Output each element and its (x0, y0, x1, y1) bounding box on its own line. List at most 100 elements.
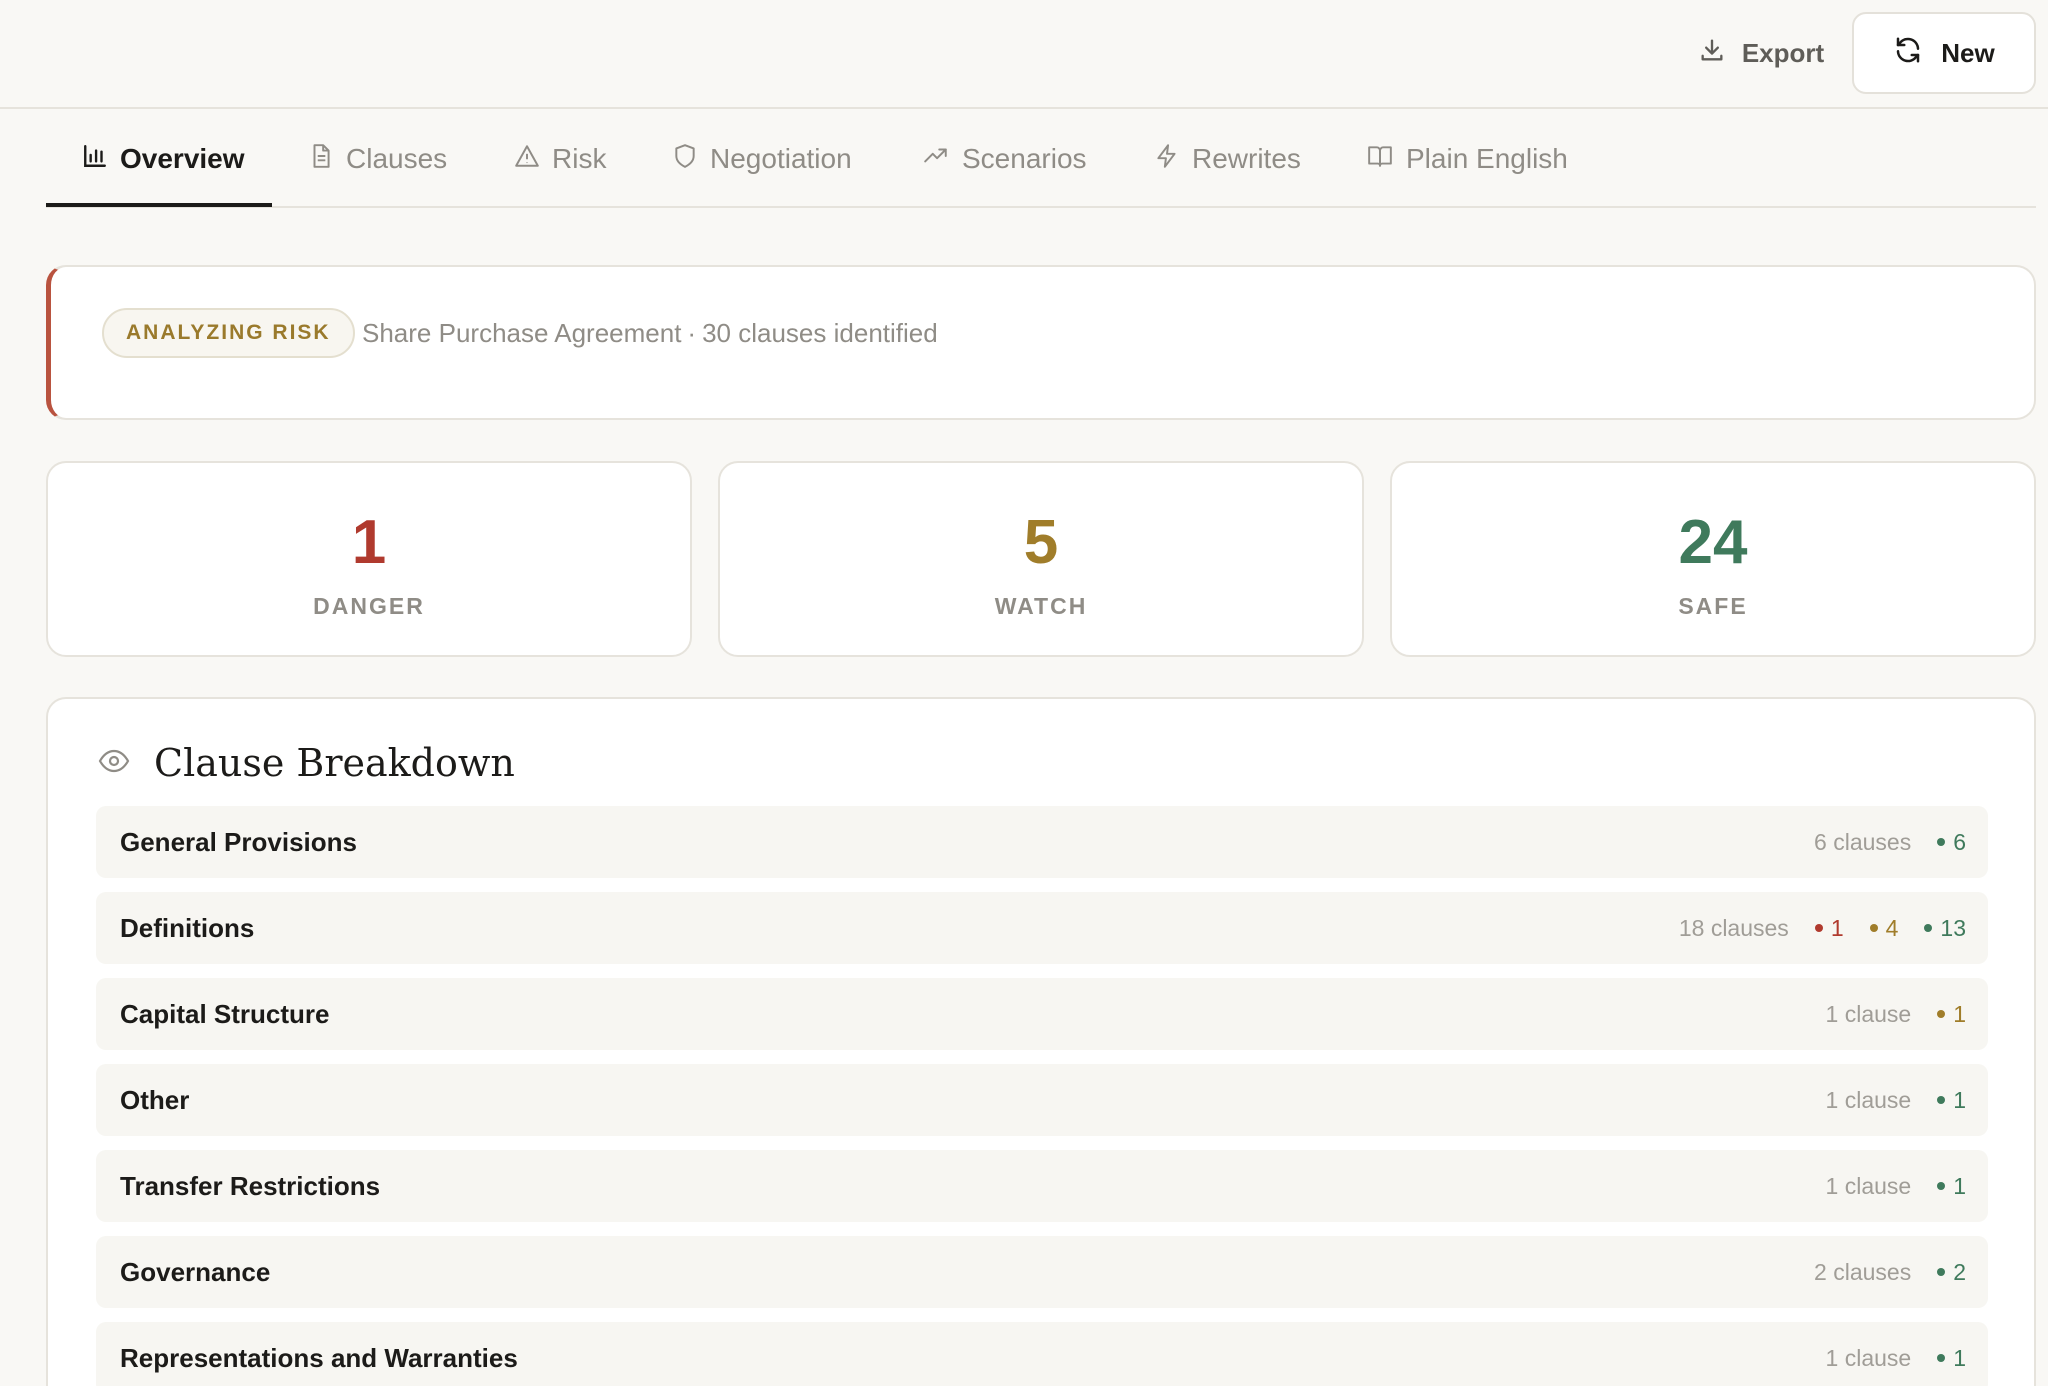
safe-count: 1 (1953, 1172, 1966, 1199)
watch-label: WATCH (994, 593, 1088, 619)
export-label: Export (1741, 37, 1825, 68)
danger-tally: 1 (1814, 914, 1844, 942)
lightning-icon (1154, 143, 1180, 176)
tab-label: Overview (120, 143, 245, 174)
category-stats: 1 clause 1 (1826, 1087, 1966, 1114)
book-icon (1366, 143, 1394, 176)
watch-count: 1 (1953, 1000, 1966, 1027)
safe-tally: 13 (1924, 915, 1966, 942)
clause-count: 1 clause (1825, 1000, 1912, 1027)
clause-breakdown-panel: Clause Breakdown General Provisions 6 cla… (46, 697, 2036, 1386)
safe-count: 2 (1953, 1258, 1966, 1285)
status-description: Share Purchase Agreement · 30 clauses iden… (362, 315, 938, 351)
category-stats: 18 clauses 1 4 13 (1679, 915, 1966, 942)
safe-count: 6 (1953, 828, 1966, 855)
status-separator: · (687, 318, 697, 348)
status-badge: ANALYZING RISK (102, 308, 355, 358)
section-title: Clause Breakdown (154, 741, 515, 785)
category-stats: 6 clauses 6 (1814, 829, 1966, 856)
trending-up-icon (922, 143, 950, 176)
tab-risk[interactable]: Risk (514, 110, 606, 208)
analysis-status-card: ANALYZING RISK Share Purchase Agreement ·… (46, 265, 2036, 420)
danger-count: 1 (1830, 914, 1844, 941)
category-name: Representations and Warranties (120, 1342, 518, 1373)
category-row[interactable]: Definitions 18 clauses 1 4 13 (96, 892, 1988, 964)
category-row[interactable]: Other 1 clause 1 (96, 1064, 1988, 1136)
category-name: Governance (120, 1256, 271, 1287)
tab-clauses[interactable]: Clauses (308, 110, 447, 208)
clause-count: 1 clause (1825, 1344, 1912, 1371)
tab-rewrites[interactable]: Rewrites (1154, 110, 1301, 208)
watch-dot-icon (1937, 1010, 1946, 1018)
danger-label: DANGER (313, 593, 425, 619)
category-stats: 1 clause 1 (1826, 1173, 1966, 1200)
safe-count: 1 (1953, 1086, 1966, 1113)
safe-dot-icon (1937, 1182, 1946, 1190)
bar-chart-icon (82, 143, 108, 176)
safe-tally: 2 (1937, 1259, 1966, 1286)
document-name: Share Purchase Agreement (362, 318, 682, 348)
category-name: Other (120, 1084, 190, 1115)
new-button[interactable]: New (1852, 12, 2036, 94)
tab-overview[interactable]: Overview (82, 110, 245, 208)
shield-icon (672, 143, 698, 176)
watch-count: 4 (1885, 914, 1899, 941)
safe-tally: 1 (1937, 1087, 1966, 1114)
category-name: Capital Structure (120, 998, 330, 1029)
new-label: New (1941, 37, 1995, 68)
category-name: Transfer Restrictions (120, 1170, 381, 1201)
document-icon (308, 143, 334, 176)
safe-dot-icon (1937, 1096, 1946, 1104)
active-tab-indicator (46, 203, 272, 207)
tab-negotiation[interactable]: Negotiation (672, 110, 852, 208)
safe-count: 13 (1940, 914, 1966, 941)
warning-icon (514, 143, 540, 176)
tab-label: Risk (552, 143, 607, 174)
clause-count: 1 clause (1825, 1172, 1912, 1199)
section-header: Clause Breakdown (98, 735, 515, 791)
category-stats: 1 clause 1 (1826, 1345, 1966, 1372)
tab-label: Negotiation (710, 143, 852, 174)
category-row[interactable]: Capital Structure 1 clause 1 (96, 978, 1988, 1050)
tab-plain-english[interactable]: Plain English (1366, 110, 1568, 208)
safe-count: 1 (1953, 1344, 1966, 1371)
safe-label: SAFE (1678, 593, 1748, 619)
category-stats: 1 clause 1 (1826, 1001, 1966, 1028)
safe-dot-icon (1937, 1354, 1946, 1362)
watch-tally: 4 (1869, 914, 1899, 942)
danger-dot-icon (1814, 924, 1823, 932)
watch-tally: 1 (1937, 1001, 1966, 1028)
safe-dot-icon (1924, 924, 1933, 932)
safe-dot-icon (1937, 838, 1946, 846)
tab-label: Clauses (346, 143, 448, 174)
safe-tally: 1 (1937, 1345, 1966, 1372)
clause-count: 6 clauses (1814, 828, 1912, 855)
category-row[interactable]: General Provisions 6 clauses 6 (96, 806, 1988, 878)
safe-count: 24 (1678, 508, 1748, 577)
category-row[interactable]: Governance 2 clauses 2 (96, 1236, 1988, 1308)
watch-count: 5 (1023, 508, 1059, 577)
export-button[interactable]: Export (1676, 16, 1846, 90)
category-row[interactable]: Representations and Warranties 1 clause 1 (96, 1322, 1988, 1386)
safe-stat-card: 24 SAFE (1390, 461, 2036, 657)
safe-tally: 6 (1937, 829, 1966, 856)
safe-dot-icon (1937, 1268, 1946, 1276)
eye-icon (98, 749, 130, 778)
download-icon (1698, 36, 1726, 71)
tab-label: Rewrites (1192, 143, 1301, 174)
clause-count: 1 clause (1825, 1086, 1912, 1113)
category-name: General Provisions (120, 826, 357, 857)
tab-scenarios[interactable]: Scenarios (922, 110, 1087, 208)
tab-label: Plain English (1406, 143, 1568, 174)
danger-stat-card: 1 DANGER (46, 461, 692, 657)
watch-stat-card: 5 WATCH (718, 461, 1364, 657)
category-name: Definitions (120, 912, 255, 943)
category-row[interactable]: Transfer Restrictions 1 clause 1 (96, 1150, 1988, 1222)
clause-count: 2 clauses (1814, 1258, 1912, 1285)
tab-label: Scenarios (962, 143, 1087, 174)
danger-count: 1 (351, 508, 387, 577)
safe-tally: 1 (1937, 1173, 1966, 1200)
top-bar: Export New (0, 0, 2048, 109)
category-stats: 2 clauses 2 (1814, 1259, 1966, 1286)
clause-summary: 30 clauses identified (702, 318, 938, 348)
